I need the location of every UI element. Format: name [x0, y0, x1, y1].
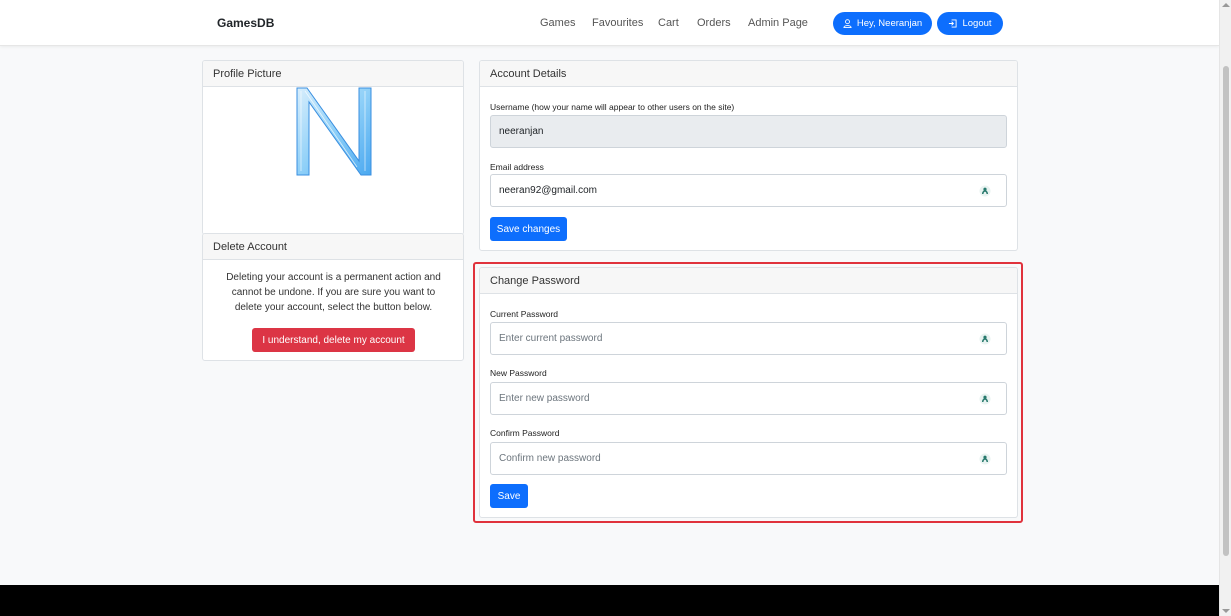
scroll-up-icon[interactable] [1222, 3, 1230, 7]
nav-link-cart[interactable]: Cart [658, 17, 679, 29]
nav-link-games[interactable]: Games [540, 17, 575, 29]
nav-link-favourites[interactable]: Favourites [592, 17, 643, 29]
person-icon [843, 19, 852, 28]
scroll-thumb[interactable] [1223, 66, 1229, 556]
current-password-field[interactable]: Enter current password [490, 322, 1007, 355]
username-field[interactable]: neeranjan [490, 115, 1007, 148]
save-changes-button[interactable]: Save changes [490, 217, 567, 241]
logout-label: Logout [962, 18, 992, 29]
password-manager-icon[interactable] [979, 453, 991, 465]
account-details-header: Account Details [480, 61, 1017, 87]
delete-account-card: Delete Account Deleting your account is … [202, 233, 464, 361]
confirm-password-field[interactable]: Confirm new password [490, 442, 1007, 475]
scrollbar[interactable] [1219, 0, 1231, 616]
logout-button[interactable]: Logout [937, 12, 1003, 35]
new-password-label: New Password [490, 368, 547, 378]
new-password-placeholder: Enter new password [499, 393, 590, 404]
profile-picture-card: Profile Picture N [202, 60, 464, 235]
navbar: GamesDB Games Favourites Cart Orders Adm… [0, 0, 1219, 46]
scroll-down-icon[interactable] [1222, 609, 1230, 613]
delete-account-button[interactable]: I understand, delete my account [252, 328, 415, 352]
nav-link-admin[interactable]: Admin Page [748, 17, 808, 29]
new-password-field[interactable]: Enter new password [490, 382, 1007, 415]
account-details-card: Account Details Username (how your name … [479, 60, 1018, 251]
nav-link-orders[interactable]: Orders [697, 17, 731, 29]
footer [0, 585, 1219, 616]
password-manager-icon[interactable] [979, 393, 991, 405]
email-field[interactable]: neeran92@gmail.com [490, 174, 1007, 207]
profile-picture-header: Profile Picture [203, 61, 463, 87]
email-label: Email address [490, 162, 544, 172]
password-manager-icon[interactable] [979, 185, 991, 197]
delete-account-warning: Deleting your account is a permanent act… [226, 272, 441, 313]
user-menu-label: Hey, Neeranjan [856, 18, 923, 29]
confirm-password-placeholder: Confirm new password [499, 453, 601, 464]
save-password-button[interactable]: Save [490, 484, 528, 508]
username-value: neeranjan [499, 126, 544, 137]
current-password-placeholder: Enter current password [499, 333, 603, 344]
avatar [296, 87, 372, 176]
user-menu-button[interactable]: Hey, Neeranjan [833, 12, 932, 35]
change-password-card: Change Password Current Password Enter c… [479, 267, 1018, 518]
confirm-password-label: Confirm Password [490, 428, 560, 438]
password-manager-icon[interactable] [979, 333, 991, 345]
email-value: neeran92@gmail.com [499, 185, 597, 196]
current-password-label: Current Password [490, 309, 559, 319]
change-password-header: Change Password [480, 268, 1017, 294]
logout-icon [949, 19, 958, 28]
brand-logo[interactable]: GamesDB [217, 16, 274, 30]
delete-account-header: Delete Account [203, 234, 463, 260]
username-label: Username (how your name will appear to o… [490, 102, 735, 112]
